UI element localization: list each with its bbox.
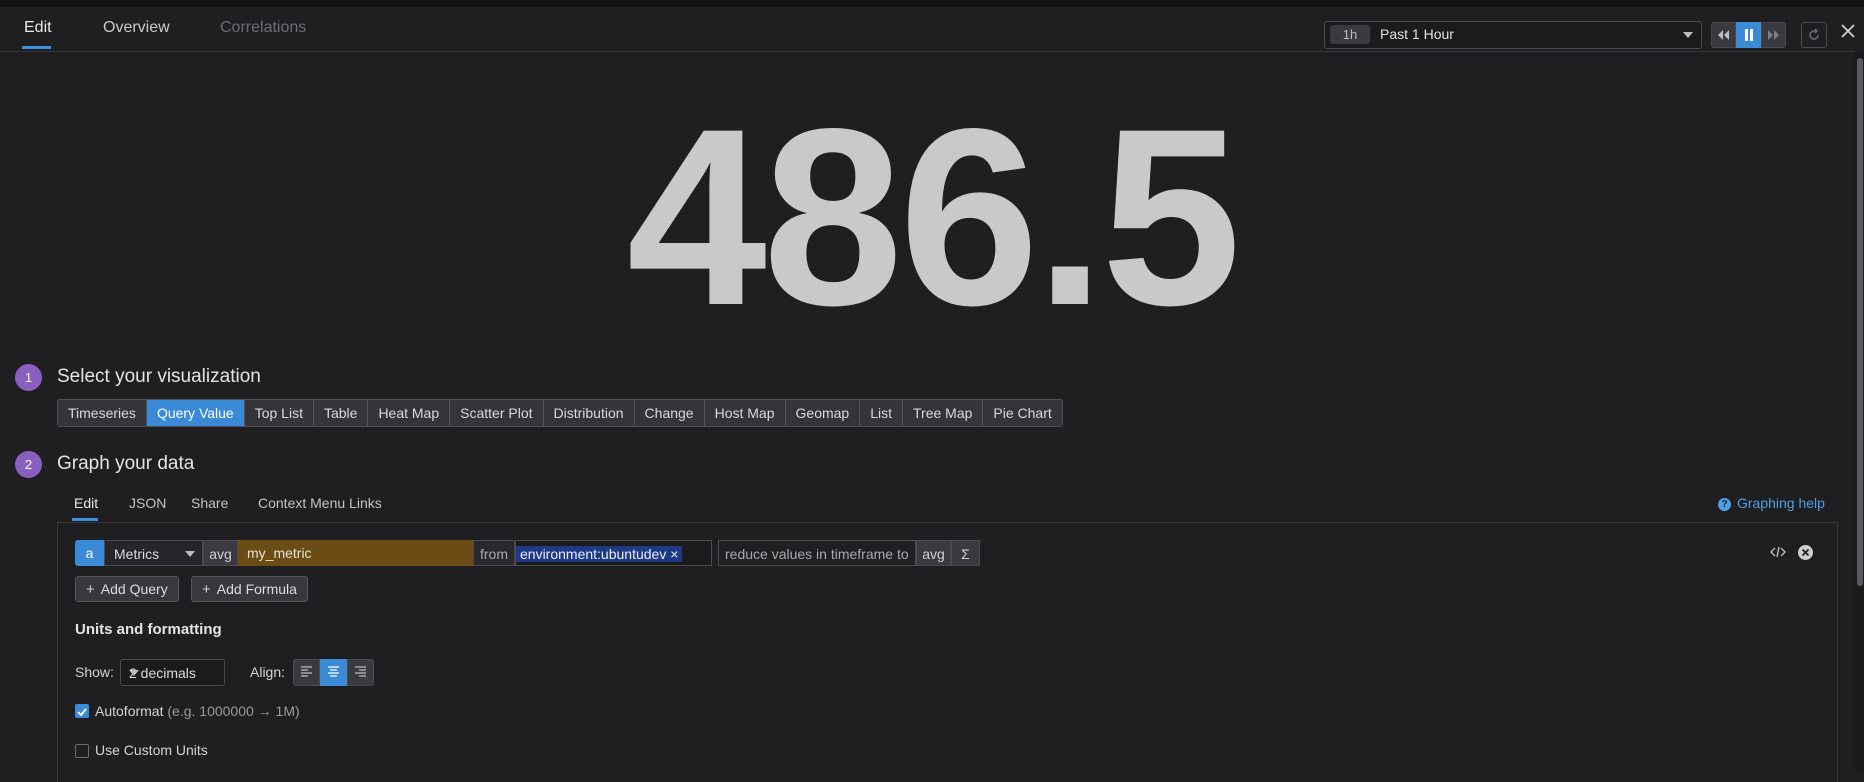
custom-units-label: Use Custom Units [95, 742, 208, 758]
close-icon [1841, 24, 1855, 38]
tag-filter-input[interactable]: environment:ubuntudev × [515, 540, 712, 566]
sigma-function-button[interactable]: Σ [951, 540, 980, 566]
viz-option-distribution[interactable]: Distribution [543, 400, 635, 426]
viz-option-query-value[interactable]: Query Value [146, 400, 245, 426]
rewind-icon [1718, 30, 1729, 40]
aggregator-select[interactable]: avg [203, 540, 238, 566]
query-value-display: 486.5 [626, 77, 1242, 358]
remove-query-icon[interactable] [1798, 545, 1813, 560]
autoformat-checkbox[interactable] [75, 704, 89, 718]
visualization-selector: Timeseries Query Value Top List Table He… [57, 399, 1063, 427]
help-icon: ? [1718, 498, 1731, 511]
viz-option-table[interactable]: Table [313, 400, 369, 426]
tag-chip-label: environment:ubuntudev [520, 546, 667, 562]
active-editor-tab-indicator [72, 518, 98, 521]
step-badge-1: 1 [15, 364, 42, 391]
editor-tab-json[interactable]: JSON [129, 495, 166, 511]
autoformat-hint: (e.g. 1000000 → 1M) [167, 703, 300, 719]
add-formula-button[interactable]: + Add Formula [191, 576, 308, 602]
autoformat-label: Autoformat (e.g. 1000000 → 1M) [95, 703, 300, 719]
show-label: Show: [75, 664, 114, 680]
graphing-help-link[interactable]: ? Graphing help [1718, 495, 1825, 511]
metric-input[interactable]: my_metric [238, 540, 473, 566]
viz-option-timeseries[interactable]: Timeseries [58, 400, 147, 426]
align-left-button[interactable] [293, 659, 320, 686]
viz-option-change[interactable]: Change [634, 400, 705, 426]
pause-icon [1744, 29, 1753, 41]
timeframe-badge: 1h [1330, 25, 1370, 44]
tag-remove-icon[interactable]: × [670, 546, 678, 562]
step-title-graph-data: Graph your data [57, 453, 195, 474]
decimals-value: 2 decimals [129, 665, 196, 681]
align-right-button[interactable] [347, 659, 374, 686]
from-label: from [473, 540, 515, 566]
viz-option-top-list[interactable]: Top List [244, 400, 314, 426]
window-top-strip [0, 0, 1864, 7]
custom-units-checkbox[interactable] [75, 744, 89, 758]
graphing-help-label: Graphing help [1737, 495, 1825, 511]
editor-tab-edit[interactable]: Edit [74, 495, 98, 511]
query-letter[interactable]: a [75, 540, 104, 566]
timeframe-label: Past 1 Hour [1380, 26, 1454, 42]
viz-option-list[interactable]: List [860, 400, 904, 426]
data-source-label: Metrics [114, 546, 160, 562]
align-right-icon [355, 666, 366, 677]
scrollbar-thumb[interactable] [1857, 58, 1863, 586]
viz-option-geomap[interactable]: Geomap [785, 400, 861, 426]
plus-icon: + [202, 581, 211, 598]
fast-forward-icon [1768, 30, 1779, 40]
reduce-aggregator-select[interactable]: avg [916, 540, 951, 566]
plus-icon: + [86, 581, 95, 598]
pause-button[interactable] [1736, 22, 1761, 48]
decimals-select[interactable]: 2 decimals [120, 659, 225, 686]
reset-button[interactable] [1801, 22, 1827, 48]
close-editor-button[interactable] [1839, 22, 1864, 48]
checkmark-icon [77, 708, 87, 717]
step-title-visualization: Select your visualization [57, 366, 261, 387]
editor-tab-share[interactable]: Share [191, 495, 228, 511]
refresh-icon [1809, 28, 1819, 40]
step-forward-button[interactable] [1761, 22, 1786, 48]
add-query-label: Add Query [100, 581, 168, 597]
viz-option-pie-chart[interactable]: Pie Chart [983, 400, 1062, 426]
viz-option-heat-map[interactable]: Heat Map [368, 400, 451, 426]
units-section-title: Units and formatting [75, 621, 222, 638]
align-center-button[interactable] [320, 659, 347, 686]
chevron-down-icon [1683, 32, 1693, 38]
align-label: Align: [250, 664, 286, 680]
add-formula-label: Add Formula [216, 581, 297, 597]
tab-edit[interactable]: Edit [24, 19, 52, 37]
viz-option-tree-map[interactable]: Tree Map [903, 400, 984, 426]
tab-correlations[interactable]: Correlations [220, 19, 306, 37]
editor-header: Edit Overview Correlations 1h Past 1 Hou… [0, 7, 1864, 52]
add-query-button[interactable]: + Add Query [75, 576, 179, 602]
viz-option-host-map[interactable]: Host Map [704, 400, 786, 426]
tab-overview[interactable]: Overview [103, 19, 170, 37]
chevron-down-icon [129, 670, 139, 676]
active-tab-indicator [22, 46, 51, 49]
editor-tab-context-menu-links[interactable]: Context Menu Links [258, 495, 382, 511]
step-badge-2: 2 [15, 451, 42, 478]
align-left-icon [301, 666, 312, 677]
chevron-down-icon [185, 551, 195, 557]
timeframe-selector[interactable]: 1h Past 1 Hour [1324, 21, 1702, 49]
reduce-label: reduce values in timeframe to [718, 540, 916, 566]
code-icon[interactable] [1770, 544, 1786, 565]
data-source-select[interactable]: Metrics [104, 540, 203, 566]
viz-option-scatter-plot[interactable]: Scatter Plot [450, 400, 544, 426]
tag-chip[interactable]: environment:ubuntudev × [516, 546, 683, 562]
step-back-button[interactable] [1711, 22, 1736, 48]
autoformat-text: Autoformat [95, 703, 164, 719]
align-center-icon [328, 666, 339, 677]
